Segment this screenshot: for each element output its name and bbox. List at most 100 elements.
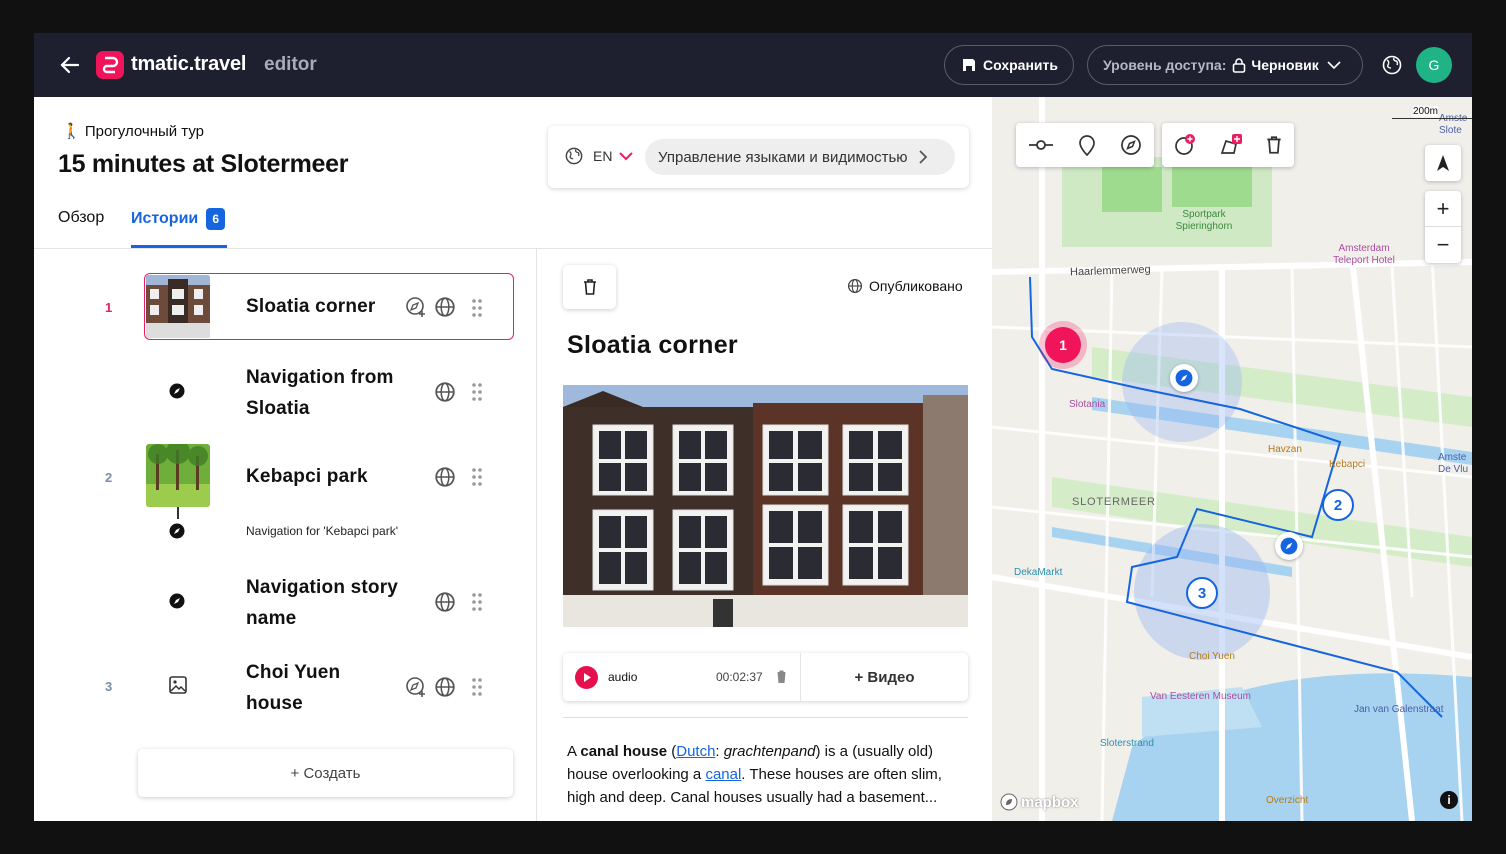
map-nav-marker[interactable] bbox=[1275, 532, 1303, 560]
map-pin-icon[interactable] bbox=[1078, 134, 1096, 156]
story-title-line: Kebapci park bbox=[246, 466, 368, 487]
globe-icon[interactable] bbox=[434, 676, 456, 698]
lock-icon bbox=[1233, 58, 1246, 73]
trash-icon bbox=[583, 279, 596, 295]
story-description: A canal house (Dutch: grachtenpand) is a… bbox=[567, 740, 967, 809]
map-marker-1[interactable]: 1 bbox=[1045, 327, 1081, 363]
story-title-line: Navigation story bbox=[246, 577, 399, 598]
drag-handle-icon[interactable] bbox=[471, 467, 483, 487]
map-label: Slotania bbox=[1069, 399, 1106, 410]
map-marker-2[interactable]: 2 bbox=[1322, 489, 1354, 521]
canal-link[interactable]: canal bbox=[705, 766, 741, 783]
map-edit-toolbar bbox=[1162, 123, 1294, 167]
route-connector bbox=[177, 507, 179, 519]
create-story-button[interactable]: + Создать bbox=[138, 749, 513, 797]
avatar[interactable]: G bbox=[1416, 47, 1452, 83]
tab-overview[interactable]: Обзор bbox=[58, 209, 104, 227]
dutch-link[interactable]: Dutch bbox=[676, 743, 715, 760]
globe-icon[interactable] bbox=[434, 591, 456, 613]
story-list: 1 Sloatia corner Navigation from Sloatia bbox=[34, 249, 536, 821]
north-arrow-icon bbox=[1437, 155, 1449, 171]
map-label: Van Eesteren Museum bbox=[1150, 691, 1251, 702]
add-navigation-icon[interactable] bbox=[405, 296, 427, 318]
desc-italic: grachtenpand bbox=[723, 743, 816, 760]
delete-story-button[interactable] bbox=[563, 265, 616, 309]
zoom-out-button[interactable]: − bbox=[1425, 227, 1461, 263]
tour-title: 15 minutes at Slotermeer bbox=[58, 150, 349, 178]
marker-label: 2 bbox=[1333, 496, 1343, 514]
save-icon bbox=[963, 59, 975, 71]
map-zoom-controls: + − bbox=[1425, 191, 1461, 263]
save-button[interactable]: Сохранить bbox=[944, 45, 1074, 85]
map-label: Sportpark Spieringhorn bbox=[1175, 209, 1233, 232]
story-subtitle: Navigation for 'Kebapci park' bbox=[246, 524, 398, 538]
language-manage-button[interactable]: Управление языками и видимостью bbox=[645, 139, 955, 175]
globe-icon[interactable] bbox=[434, 466, 456, 488]
story-title-line: name bbox=[246, 608, 297, 629]
add-navigation-icon[interactable] bbox=[405, 676, 427, 698]
publish-status[interactable]: Опубликовано bbox=[847, 278, 963, 294]
language-panel: EN Управление языками и видимостью bbox=[548, 126, 969, 188]
publish-status-label: Опубликовано bbox=[869, 278, 963, 294]
story-title: Navigation from Sloatia bbox=[246, 362, 394, 424]
map-north-button[interactable] bbox=[1425, 145, 1461, 181]
logo-icon bbox=[96, 51, 124, 79]
create-story-label: + Создать bbox=[290, 764, 361, 782]
globe-icon[interactable] bbox=[434, 381, 456, 403]
tab-stories[interactable]: Истории 6 bbox=[131, 208, 228, 248]
map-nav-marker[interactable] bbox=[1170, 364, 1198, 392]
map-label: Amste De Vlu bbox=[1438, 452, 1469, 475]
image-placeholder-icon bbox=[168, 675, 188, 695]
mapbox-icon bbox=[1000, 793, 1018, 811]
tour-type-label: 🚶 Прогулочный тур bbox=[62, 123, 205, 140]
play-button[interactable] bbox=[575, 666, 598, 689]
chevron-right-icon bbox=[918, 150, 927, 164]
map-draw-toolbar bbox=[1016, 123, 1154, 167]
navigation-icon bbox=[169, 383, 185, 399]
compass-icon[interactable] bbox=[1120, 134, 1142, 156]
zoom-in-button[interactable]: + bbox=[1425, 191, 1461, 227]
chevron-down-icon bbox=[1327, 61, 1341, 70]
mapbox-logo: mapbox bbox=[1000, 793, 1079, 811]
add-point-icon[interactable] bbox=[1173, 133, 1197, 157]
story-title-line: Sloatia bbox=[246, 398, 310, 419]
navigation-icon bbox=[169, 523, 185, 539]
map[interactable]: Sportpark Spieringhorn Amsterdam Telepor… bbox=[992, 97, 1472, 821]
story-title: Choi Yuen house bbox=[246, 657, 340, 719]
tab-overview-label: Обзор bbox=[58, 209, 105, 226]
audio-label: audio bbox=[608, 670, 638, 684]
delete-audio-icon[interactable] bbox=[775, 669, 788, 684]
mapbox-label: mapbox bbox=[1021, 793, 1079, 811]
navigation-icon bbox=[1175, 369, 1193, 387]
drag-handle-icon[interactable] bbox=[471, 298, 483, 318]
desc-bold: canal house bbox=[580, 743, 668, 760]
drag-handle-icon[interactable] bbox=[471, 592, 483, 612]
trash-icon[interactable] bbox=[1265, 135, 1283, 155]
map-scale: 200m bbox=[1392, 101, 1472, 119]
access-label: Уровень доступа: bbox=[1103, 57, 1227, 73]
media-bar: audio 00:02:37 + Видео bbox=[563, 653, 968, 701]
globe-icon[interactable] bbox=[434, 296, 456, 318]
access-level-dropdown[interactable]: Уровень доступа: Черновик bbox=[1087, 45, 1363, 85]
drag-handle-icon[interactable] bbox=[471, 382, 483, 402]
info-icon[interactable]: i bbox=[1440, 791, 1458, 809]
story-thumbnail bbox=[146, 444, 210, 507]
chevron-down-icon bbox=[619, 152, 634, 161]
story-title: Sloatia corner bbox=[246, 291, 376, 322]
route-line-icon[interactable] bbox=[1028, 137, 1054, 153]
editor-label: editor bbox=[264, 54, 317, 75]
map-label: Kebapci bbox=[1329, 459, 1366, 470]
tab-stories-label: Истории bbox=[131, 210, 199, 227]
stories-count-badge: 6 bbox=[206, 208, 226, 230]
story-photo[interactable] bbox=[563, 385, 968, 627]
globe-icon[interactable] bbox=[1382, 55, 1402, 75]
story-detail-title: Sloatia corner bbox=[567, 331, 738, 359]
add-video-button[interactable]: + Видео bbox=[801, 653, 968, 701]
drag-handle-icon[interactable] bbox=[471, 677, 483, 697]
language-selector[interactable]: EN bbox=[565, 147, 634, 165]
map-marker-3[interactable]: 3 bbox=[1186, 577, 1218, 609]
language-manage-label: Управление языками и видимостью bbox=[658, 148, 908, 166]
story-title: Kebapci park bbox=[246, 461, 368, 492]
add-area-icon[interactable] bbox=[1219, 133, 1243, 157]
back-arrow-icon[interactable] bbox=[58, 53, 82, 77]
